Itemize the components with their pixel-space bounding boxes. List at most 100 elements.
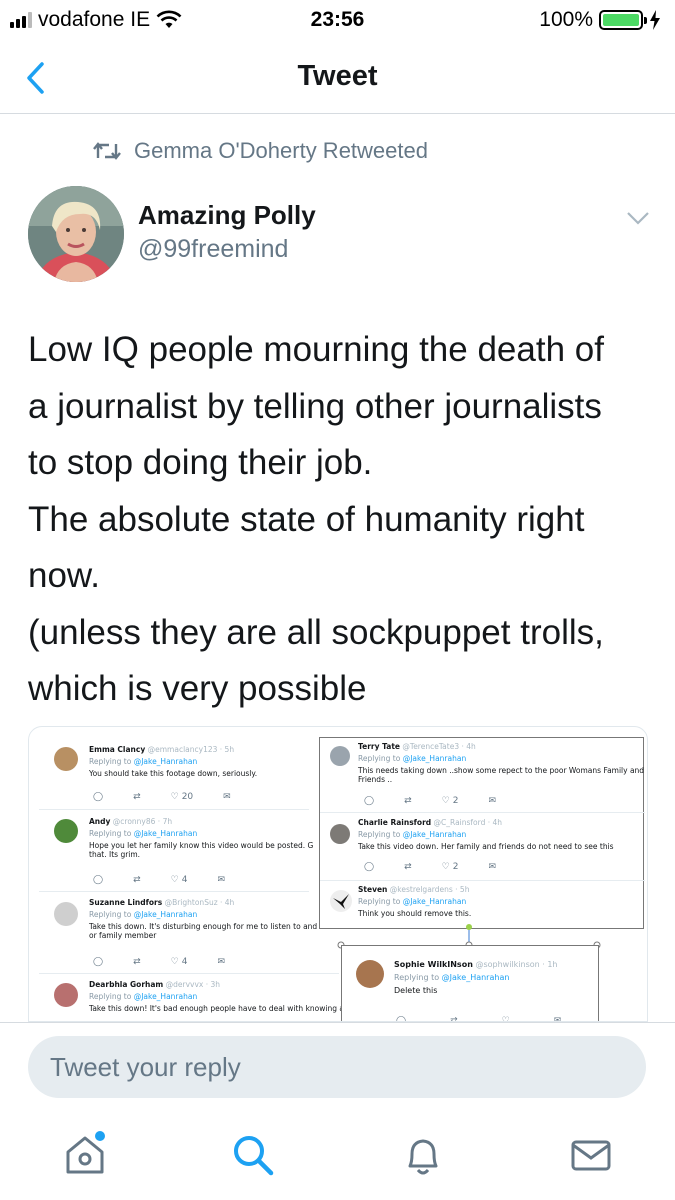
overlay-box-bottom: Sophie WilkINson @sophwilkinson · 1h Rep… (341, 945, 599, 1021)
tweet-line: The absolute state of humanity right (28, 499, 585, 539)
reply-avatar (54, 747, 78, 771)
like-count: 2 (452, 796, 459, 806)
reply-text: Hope you let her family know this video … (89, 841, 314, 850)
retweet-context[interactable]: Gemma O'Doherty Retweeted (92, 138, 428, 164)
like-icon: ♡ 2 (441, 862, 459, 872)
reply-terry: Terry Tate @TerenceTate3 · 4h Replying t… (358, 742, 645, 784)
page-title: Tweet (297, 60, 378, 92)
reply-icon: ◯ (93, 875, 104, 885)
reply-handle: @emmaclancy123 · 5h (147, 745, 235, 754)
reply-name: Dearbhla Gorham (89, 980, 164, 989)
message-icon: ✉ (488, 862, 496, 872)
reply-actions: ◯ ⇄ ♡ 4 ✉ (93, 957, 225, 967)
reply-text: Delete this (394, 986, 438, 995)
reply-avatar (330, 746, 350, 766)
reply-text: You should take this footage down, serio… (89, 769, 258, 778)
reply-icon: ◯ (364, 796, 375, 806)
reply-name: Terry Tate (358, 742, 400, 751)
reply-avatar (330, 824, 350, 844)
like-icon: ♡ 2 (441, 796, 459, 806)
reply-icon: ◯ (364, 862, 375, 872)
reply-icon: ◯ (93, 957, 104, 967)
like-count: 20 (181, 792, 194, 802)
tweet-line: a journalist by telling other journalist… (28, 386, 602, 426)
reply-actions: ◯ ⇄ ♡ 2 ✉ (364, 862, 496, 872)
divider (320, 812, 645, 813)
message-icon: ✉ (223, 792, 231, 802)
replying-target: @Jake_Hanrahan (133, 829, 198, 838)
replying-to: Replying to (89, 757, 132, 766)
tweet-line: now. (28, 556, 100, 595)
reply-text: This needs taking down ..show some repec… (358, 766, 645, 775)
author-name[interactable]: Amazing Polly (138, 200, 316, 231)
reply-handle: @kestrelgardens · 5h (389, 885, 470, 894)
reply-handle: @TerenceTate3 · 4h (402, 742, 476, 751)
bell-icon[interactable] (398, 1130, 448, 1180)
search-icon[interactable] (228, 1130, 278, 1180)
divider (39, 973, 339, 974)
reply-steven: Steven @kestrelgardens · 5h Replying to … (358, 885, 643, 918)
retweet-icon: ⇄ (404, 796, 412, 806)
divider (320, 880, 645, 881)
replying-target: @Jake_Hanrahan (133, 910, 198, 919)
reply-andy: Andy @cronny86 · 7h Replying to @Jake_Ha… (89, 817, 349, 859)
reply-avatar (54, 902, 78, 926)
reply-text: Take this down! It's bad enough people h… (89, 1004, 344, 1013)
tweet-line: which is very possible (28, 669, 367, 708)
reply-input[interactable]: Tweet your reply (28, 1036, 646, 1098)
reply-text: Think you should remove this. (358, 909, 472, 918)
author-handle[interactable]: @99freemind (138, 235, 288, 264)
reply-name: Suzanne Lindfors (89, 898, 163, 907)
message-icon: ✉ (217, 957, 225, 967)
retweet-icon: ⇄ (133, 957, 141, 967)
mail-icon[interactable] (566, 1130, 616, 1180)
replying-to: Replying to (358, 830, 401, 839)
nav-bar: Tweet (0, 40, 675, 114)
chevron-down-icon[interactable] (625, 208, 651, 228)
divider (0, 1022, 675, 1023)
replying-target: @Jake_Hanrahan (402, 830, 467, 839)
reply-sophie: Sophie WilkINson @sophwilkinson · 1h Rep… (394, 960, 594, 995)
battery-info: 100% (539, 8, 661, 32)
like-icon: ♡ 4 (170, 957, 188, 967)
reply-text: Take this video down. Her family and fri… (358, 842, 614, 851)
replying-to: Replying to (394, 973, 440, 982)
replying-to: Replying to (89, 910, 132, 919)
battery-percent: 100% (539, 8, 593, 31)
replying-target: @Jake_Hanrahan (133, 757, 198, 766)
bird-avatar-icon (330, 890, 352, 912)
reply-name: Charlie Rainsford (358, 818, 432, 827)
reply-avatar (54, 983, 78, 1007)
home-icon[interactable] (60, 1130, 110, 1180)
retweet-label: Gemma O'Doherty Retweeted (134, 138, 428, 163)
reply-handle: @C_Rainsford · 4h (433, 818, 503, 827)
reply-avatar (54, 819, 78, 843)
reply-name: Sophie WilkINson (394, 960, 473, 969)
like-count: 2 (452, 862, 459, 872)
replying-to: Replying to (89, 992, 132, 1001)
tweet-media-image[interactable]: Emma Clancy @emmaclancy123 · 5h Replying… (28, 726, 648, 1022)
like-icon: ♡ 20 (170, 792, 194, 802)
reply-actions: ◯ ⇄ ♡ 20 ✉ (93, 792, 231, 802)
reply-handle: @cronny86 · 7h (112, 817, 173, 826)
replying-to: Replying to (358, 754, 401, 763)
reply-handle: @sophwilkinson · 1h (475, 960, 558, 969)
reply-charlie: Charlie Rainsford @C_Rainsford · 4h Repl… (358, 818, 643, 851)
reply-emma: Emma Clancy @emmaclancy123 · 5h Replying… (89, 745, 339, 778)
tweet-line: Low IQ people mourning the death of (28, 330, 604, 369)
avatar[interactable] (28, 186, 124, 282)
reply-name: Emma Clancy (89, 745, 146, 754)
tweet-text: Low IQ people mourning the death of a jo… (28, 322, 648, 718)
divider (39, 891, 309, 892)
retweet-icon (93, 142, 121, 160)
like-count: 4 (181, 875, 188, 885)
like-count: 4 (181, 957, 188, 967)
charging-icon (650, 10, 660, 30)
reply-avatar (356, 960, 384, 988)
reply-name: Andy (89, 817, 111, 826)
reply-text: that. Its grim. (89, 850, 141, 859)
replying-target: @Jake_Hanrahan (133, 992, 198, 1001)
reply-icon: ◯ (93, 792, 104, 802)
retweet-icon: ⇄ (133, 792, 141, 802)
message-icon: ✉ (488, 796, 496, 806)
